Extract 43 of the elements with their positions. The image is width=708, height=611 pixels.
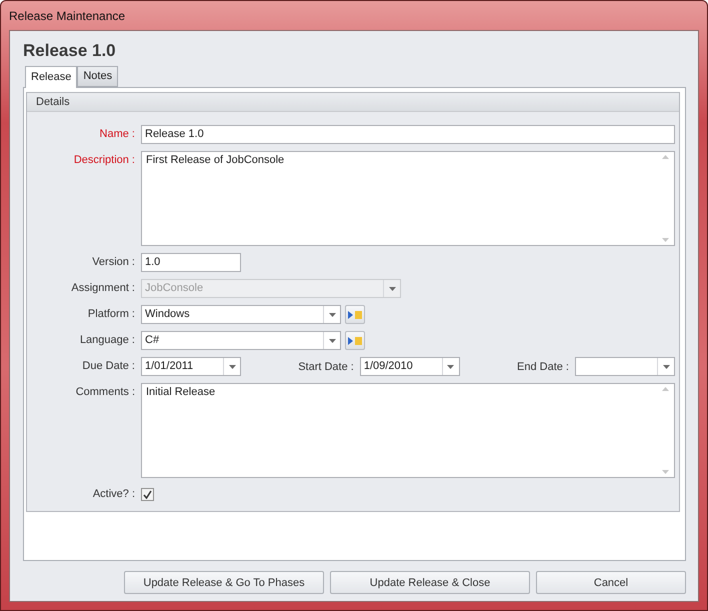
date-picker[interactable]: 1/01/2011 — [141, 357, 241, 376]
page-heading: Release 1.0 — [23, 41, 116, 61]
field-label: Comments : — [76, 385, 135, 400]
field-label: Language : — [80, 333, 135, 348]
caret-icon — [662, 364, 670, 368]
name-field[interactable]: Release 1.0 — [141, 125, 675, 144]
scroll-up-icon — [662, 155, 669, 159]
arrow-grid-icon — [348, 310, 362, 320]
action-button[interactable]: Cancel — [536, 571, 686, 594]
field-label: Name : — [100, 127, 135, 142]
field-label: Active? : — [92, 487, 135, 502]
scroll-down-icon — [662, 470, 669, 474]
date-picker[interactable]: 1/09/2010 — [360, 357, 460, 376]
tab[interactable]: Release — [25, 66, 78, 88]
field-label: Platform : — [88, 307, 135, 322]
edit-button[interactable] — [345, 305, 365, 324]
group-title: Details — [36, 96, 70, 108]
field-label: End Date : — [517, 360, 569, 372]
field-label: Description : — [74, 153, 135, 168]
platform-dropdown[interactable]: Windows — [141, 305, 341, 324]
caret-icon — [447, 364, 454, 368]
field-label: Due Date : — [82, 359, 135, 374]
checkmark-icon — [143, 490, 152, 499]
description-field[interactable]: First Release of JobConsole — [141, 151, 675, 246]
tab[interactable]: Notes — [77, 66, 118, 87]
caret-icon — [388, 286, 396, 290]
scroll-down-icon — [662, 238, 669, 242]
action-button[interactable]: Update Release & Close — [330, 571, 530, 594]
field-label: Start Date : — [298, 360, 354, 372]
language-dropdown[interactable]: C# — [141, 331, 341, 350]
arrow-grid-icon — [348, 336, 362, 346]
version-field[interactable]: 1.0 — [141, 253, 241, 272]
comments-field[interactable]: Initial Release — [141, 383, 675, 478]
field-label: Assignment : — [71, 281, 135, 296]
scroll-up-icon — [662, 387, 669, 391]
caret-icon — [328, 312, 336, 316]
window-title: Release Maintenance — [9, 8, 126, 22]
caret-icon — [228, 364, 236, 368]
active-checkbox[interactable] — [141, 488, 154, 501]
field-label: Version : — [92, 255, 135, 270]
caret-icon — [328, 338, 336, 342]
edit-button[interactable] — [345, 331, 365, 350]
action-button[interactable]: Update Release & Go To Phases — [124, 571, 324, 594]
